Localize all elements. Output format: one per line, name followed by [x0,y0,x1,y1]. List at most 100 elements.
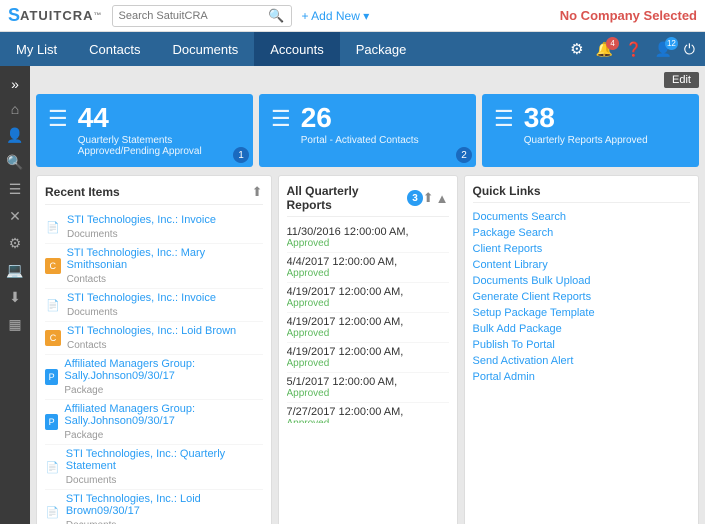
report-status: Approved [287,388,449,399]
quick-link-item[interactable]: Publish To Portal [473,337,691,353]
item-link[interactable]: Affiliated Managers Group: Sally.Johnson… [64,403,262,427]
item-link[interactable]: STI Technologies, Inc.: Loid Brown09/30/… [66,493,263,517]
sidebar-grid-icon[interactable]: ▦ [0,311,30,338]
sidebar-download-icon[interactable]: ⬇ [0,284,30,311]
sidebar-home-icon[interactable]: ⌂ [0,96,30,122]
item-text-group: STI Technologies, Inc.: Loid Brown Conta… [67,325,236,351]
report-date: 4/19/2017 12:00:00 AM, [287,316,449,328]
power-icon-btn[interactable]: ⏻ [680,39,699,60]
quick-link-item[interactable]: Generate Client Reports [473,289,691,305]
list-item: 📄 STI Technologies, Inc.: Invoice Docume… [45,211,263,244]
list-item: 📄 STI Technologies, Inc.: Invoice Docume… [45,289,263,322]
quick-links-title: Quick Links [473,184,541,198]
no-company-label: No Company Selected [560,8,697,23]
list-item: C STI Technologies, Inc.: Loid Brown Con… [45,322,263,355]
nav-item-package[interactable]: Package [340,32,423,66]
contact-icon: C [45,258,61,274]
quick-link-item[interactable]: Documents Search [473,209,691,225]
nav-item-contacts[interactable]: Contacts [73,32,156,66]
item-link[interactable]: STI Technologies, Inc.: Mary Smithsonian [67,247,263,271]
quarterly-reports-title: All Quarterly Reports [287,184,404,212]
help-icon-btn[interactable]: ❓ [621,39,646,60]
sidebar-monitor-icon[interactable]: 💻 [0,257,30,284]
stat-number-2: 38 [524,104,648,132]
sidebar-search-icon[interactable]: 🔍 [0,149,30,176]
item-text-group: STI Technologies, Inc.: Quarterly Statem… [66,448,263,486]
sidebar: » ⌂ 👤 🔍 ☰ ✕ ⚙ 💻 ⬇ ▦ [0,66,30,524]
nav-item-mylist[interactable]: My List [0,32,73,66]
report-status: Approved [287,418,449,423]
quarterly-reports-controls: ⬆ ▲ [423,190,449,206]
user-icon-btn[interactable]: 👤 12 [650,39,675,60]
nav-item-documents[interactable]: Documents [156,32,254,66]
stat-card-1: ☰ 26 Portal - Activated Contacts 2 [259,94,476,167]
package-icon: P [45,369,58,385]
quarterly-scroll-up-icon[interactable]: ▲ [436,190,449,206]
recent-items-title: Recent Items [45,185,120,199]
main-layout: » ⌂ 👤 🔍 ☰ ✕ ⚙ 💻 ⬇ ▦ Edit ☰ 44 Quarterly … [0,66,705,524]
report-status: Approved [287,358,449,369]
quick-link-item[interactable]: Send Activation Alert [473,353,691,369]
quick-link-item[interactable]: Documents Bulk Upload [473,273,691,289]
nav-item-accounts[interactable]: Accounts [254,32,339,66]
power-icon: ⏻ [684,41,695,57]
search-button[interactable]: 🔍 [268,8,284,24]
report-date: 7/27/2017 12:00:00 AM, [287,406,449,418]
quick-link-item[interactable]: Client Reports [473,241,691,257]
list-item: 4/19/2017 12:00:00 AM, Approved [287,343,449,373]
quick-link-item[interactable]: Content Library [473,257,691,273]
quarterly-reports-panel: All Quarterly Reports 3 ⬆ ▲ 11/30/2016 1… [278,175,458,524]
stat-card-0: ☰ 44 Quarterly Statements Approved/Pendi… [36,94,253,167]
report-date: 4/19/2017 12:00:00 AM, [287,346,449,358]
item-text-group: STI Technologies, Inc.: Loid Brown09/30/… [66,493,263,524]
quick-link-item[interactable]: Package Search [473,225,691,241]
list-item: 📄 STI Technologies, Inc.: Quarterly Stat… [45,445,263,490]
stat-label-0: Quarterly Statements Approved/Pending Ap… [78,135,241,157]
sidebar-x-icon[interactable]: ✕ [0,203,30,230]
stat-info-1: 26 Portal - Activated Contacts [301,104,419,146]
quick-link-item[interactable]: Portal Admin [473,369,691,385]
edit-bar: Edit [36,72,699,88]
report-status: Approved [287,328,449,339]
quarterly-upload-icon[interactable]: ⬆ [423,190,434,206]
quarterly-reports-list[interactable]: 11/30/2016 12:00:00 AM, Approved 4/4/201… [287,223,449,423]
logo-tm: ™ [94,11,102,20]
stat-card-0-inner: ☰ 44 Quarterly Statements Approved/Pendi… [48,104,241,157]
item-sub: Contacts [67,274,106,285]
item-sub: Documents [67,307,118,318]
search-input[interactable] [119,10,269,22]
recent-items-header: Recent Items ⬆ [45,184,263,205]
edit-button[interactable]: Edit [664,72,699,88]
stat-card-2: ☰ 38 Quarterly Reports Approved [482,94,699,167]
nav-bar: My List Contacts Documents Accounts Pack… [0,32,705,66]
stat-info-2: 38 Quarterly Reports Approved [524,104,648,146]
item-link[interactable]: STI Technologies, Inc.: Loid Brown [67,325,236,337]
add-new-button[interactable]: + Add New ▾ [302,9,370,23]
stat-info-0: 44 Quarterly Statements Approved/Pending… [78,104,241,157]
settings-icon-btn[interactable]: ⚙ [566,38,587,60]
sidebar-list-icon[interactable]: ☰ [0,176,30,203]
sidebar-toggle[interactable]: » [7,72,23,96]
notification-badge: 4 [606,37,619,50]
item-link[interactable]: STI Technologies, Inc.: Invoice [67,214,216,226]
sidebar-user-icon[interactable]: 👤 [0,122,30,149]
help-icon: ❓ [625,41,642,57]
item-link[interactable]: STI Technologies, Inc.: Quarterly Statem… [66,448,263,472]
item-link[interactable]: Affiliated Managers Group: Sally.Johnson… [64,358,262,382]
list-item: 4/4/2017 12:00:00 AM, Approved [287,253,449,283]
item-sub: Documents [67,229,118,240]
stat-label-2: Quarterly Reports Approved [524,135,648,146]
doc-icon: 📄 [45,297,61,313]
quick-links-panel: Quick Links Documents SearchPackage Sear… [464,175,700,524]
list-item: 📄 STI Technologies, Inc.: Loid Brown09/3… [45,490,263,524]
item-link[interactable]: STI Technologies, Inc.: Invoice [67,292,216,304]
report-date: 4/4/2017 12:00:00 AM, [287,256,449,268]
notification-icon-btn[interactable]: 🔔 4 [592,39,617,60]
recent-items-upload-icon[interactable]: ⬆ [252,184,263,200]
item-sub: Contacts [67,340,106,351]
sidebar-settings-icon[interactable]: ⚙ [0,230,30,257]
stat-number-0: 44 [78,104,241,132]
quick-link-item[interactable]: Bulk Add Package [473,321,691,337]
quick-link-item[interactable]: Setup Package Template [473,305,691,321]
doc-icon: 📄 [45,504,60,520]
